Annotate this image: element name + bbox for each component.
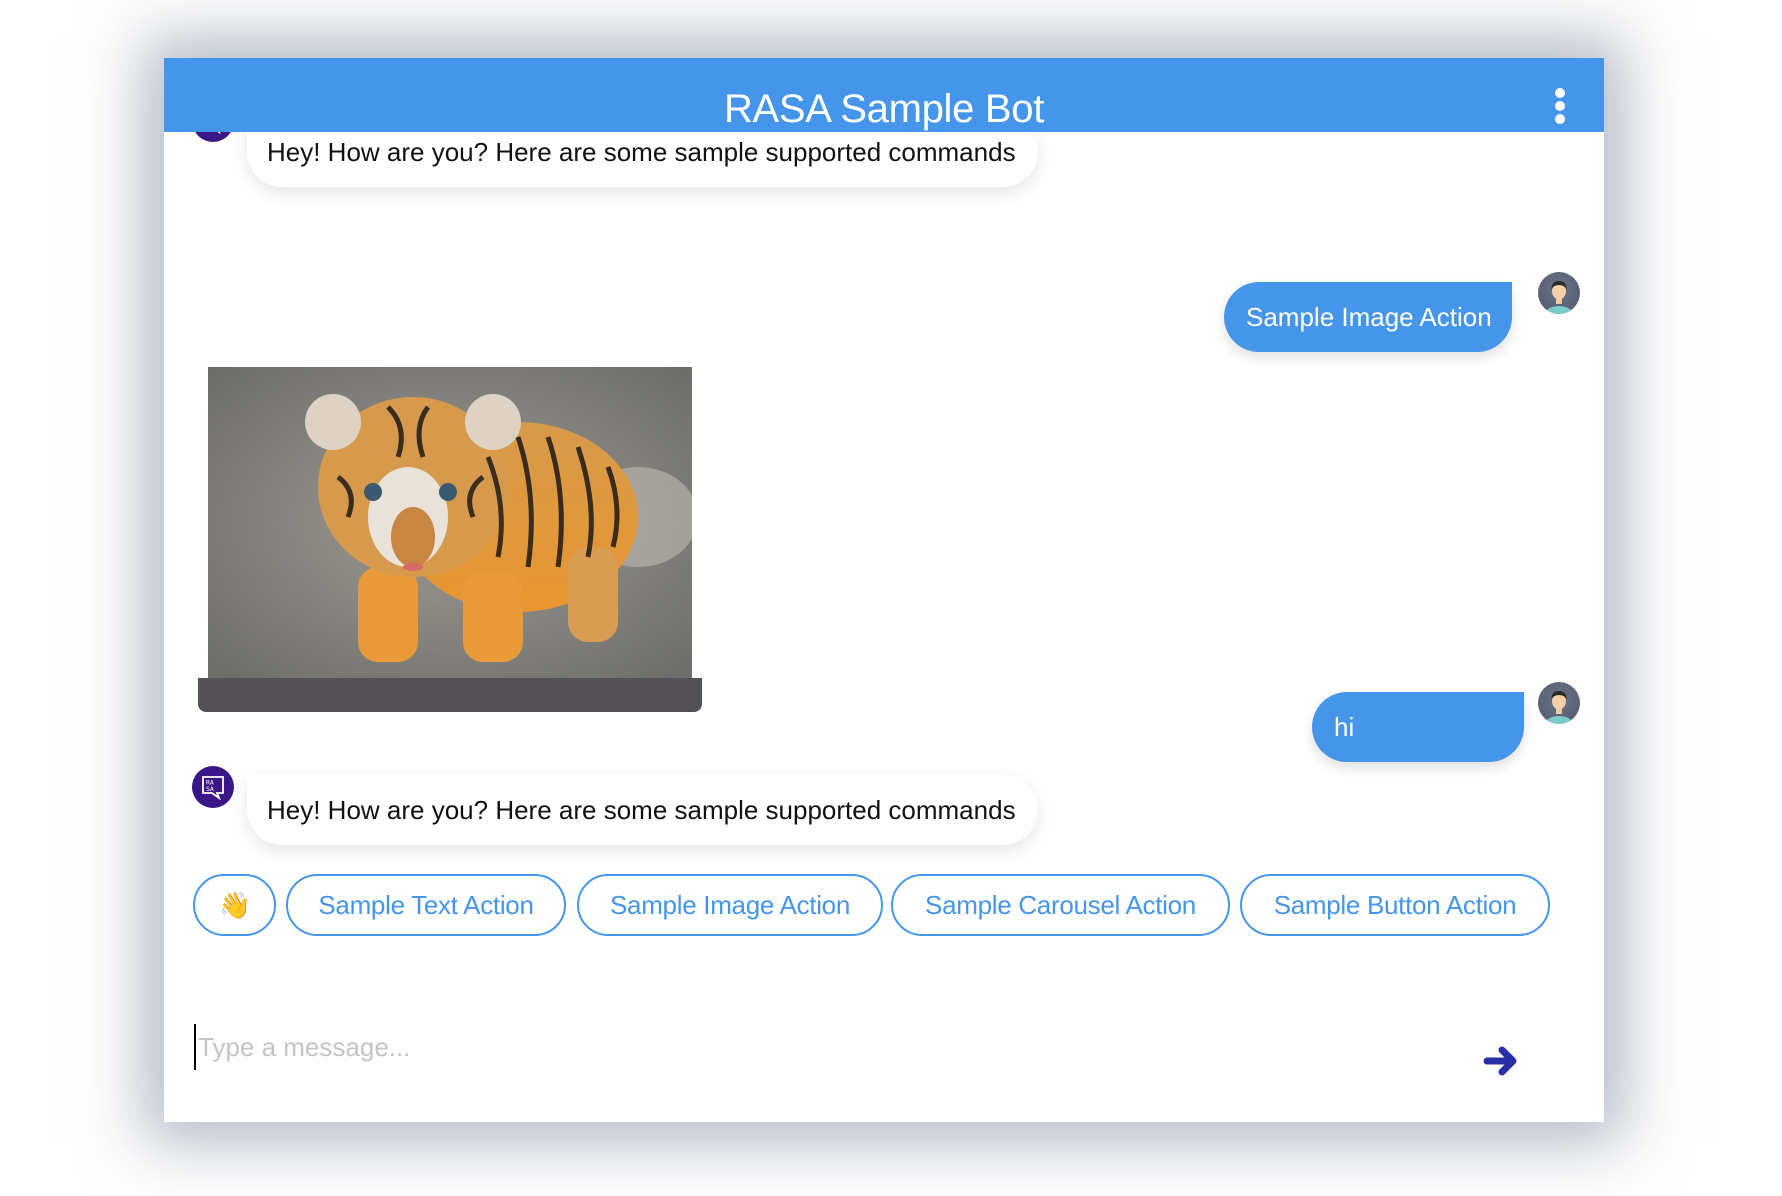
user-avatar [1538, 272, 1580, 314]
message-input[interactable] [194, 1024, 1420, 1070]
chat-window: RASA Sample Bot RA SA Hey! How are you? … [164, 58, 1604, 1122]
send-button[interactable] [1482, 1042, 1520, 1080]
user-avatar [1538, 682, 1580, 724]
quick-reply-sample-button-action[interactable]: Sample Button Action [1240, 874, 1550, 936]
quick-reply-sample-text-action[interactable]: Sample Text Action [286, 874, 566, 936]
tiger-cub-image [208, 367, 692, 678]
quick-reply-wave-emoji[interactable]: 👋 [193, 874, 276, 936]
rasa-logo-icon: RA SA [202, 776, 224, 800]
chat-messages[interactable]: RA SA Hey! How are you? Here are some sa… [164, 100, 1604, 1122]
image-caption-bar [198, 678, 702, 712]
svg-text:SA: SA [206, 785, 214, 793]
bot-image[interactable] [208, 367, 692, 678]
more-vertical-icon[interactable] [1554, 88, 1566, 124]
quick-reply-sample-image-action[interactable]: Sample Image Action [577, 874, 883, 936]
user-avatar-icon [1544, 281, 1574, 314]
chat-title: RASA Sample Bot [723, 87, 1045, 131]
user-message: Sample Image Action [1224, 282, 1512, 352]
chat-header: RASA Sample Bot [164, 58, 1604, 132]
bot-image-card [198, 367, 702, 728]
quick-reply-sample-carousel-action[interactable]: Sample Carousel Action [891, 874, 1230, 936]
message-composer [164, 1024, 1604, 1122]
arrow-right-icon [1483, 1046, 1517, 1076]
user-message: hi [1312, 692, 1524, 762]
user-avatar-icon [1544, 691, 1574, 724]
bot-avatar: RA SA [192, 766, 234, 808]
bot-message: Hey! How are you? Here are some sample s… [247, 775, 1038, 845]
